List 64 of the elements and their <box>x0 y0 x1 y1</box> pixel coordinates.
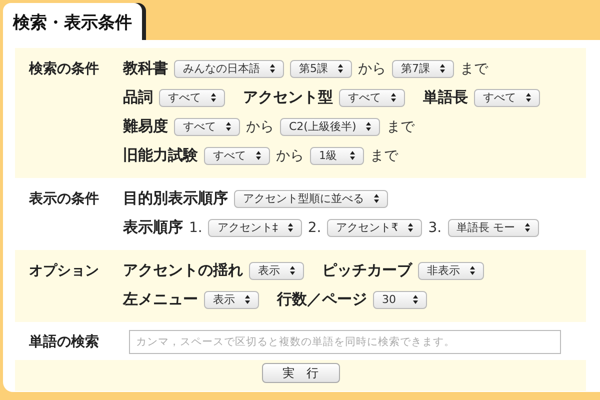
dropdown[interactable]: 単語長 モー <box>448 218 540 236</box>
search-field[interactable]: カンマ，スペースで区切ると複数の単語を同時に検索できます。 <box>129 330 561 354</box>
updown-arrows-icon <box>525 223 530 232</box>
dropdown[interactable]: 1級 <box>310 146 364 164</box>
dropdown[interactable]: すべて <box>474 88 540 106</box>
updown-arrows-icon <box>256 151 261 160</box>
field-label: 教科書 <box>123 59 168 78</box>
dropdown[interactable]: 第5課 <box>290 60 352 78</box>
field-label: 行数／ページ <box>277 290 367 309</box>
dropdown[interactable]: すべて <box>174 118 240 136</box>
updown-arrows-icon <box>366 122 372 131</box>
updown-arrows-icon <box>391 93 396 102</box>
field-label: アクセント型 <box>243 88 333 107</box>
section-title: 表示の条件 <box>29 190 100 209</box>
connector-text: から <box>246 118 274 136</box>
connector-text: から <box>276 146 304 164</box>
updown-arrows-icon <box>413 295 418 304</box>
field-label: 左メニュー <box>123 290 198 309</box>
dropdown[interactable]: アクセント₹ <box>327 218 422 236</box>
panel-tab[interactable]: 検索・表示条件 <box>3 3 142 40</box>
updown-arrows-icon <box>270 64 275 73</box>
updown-arrows-icon <box>408 223 414 232</box>
updown-arrows-icon <box>526 93 531 102</box>
updown-arrows-icon <box>288 223 293 232</box>
connector-text: 1. <box>189 220 202 236</box>
dropdown[interactable]: 非表示 <box>418 262 484 280</box>
dropdown[interactable]: すべて <box>204 146 270 164</box>
updown-arrows-icon <box>338 64 343 73</box>
field-label: ピッチカーブ <box>322 261 412 280</box>
field-label: 難易度 <box>123 117 168 136</box>
field-label: アクセントの揺れ <box>123 261 243 280</box>
section-title: 単語の検索 <box>29 333 100 351</box>
dropdown[interactable]: すべて <box>159 88 225 106</box>
updown-arrows-icon <box>245 295 250 304</box>
field-label: 目的別表示順序 <box>123 189 228 208</box>
updown-arrows-icon <box>470 266 475 275</box>
dropdown[interactable]: すべて <box>339 88 405 106</box>
dropdown[interactable]: 30 <box>373 290 427 308</box>
field-label: 単語長 <box>423 88 468 107</box>
connector-text: 3. <box>428 220 442 236</box>
connector-text: まで <box>386 118 414 136</box>
dropdown[interactable]: C2(上級後半) <box>280 118 380 136</box>
run-button[interactable]: 実 行 <box>262 363 340 383</box>
connector-text: まで <box>460 60 488 78</box>
dropdown[interactable]: 表示 <box>204 290 259 308</box>
dropdown[interactable]: 第7課 <box>392 60 454 78</box>
connector-text: まで <box>370 146 398 164</box>
dropdown[interactable]: アクセント型順に並べる <box>234 190 388 208</box>
field-label: 表示順序 <box>123 218 183 237</box>
dropdown[interactable]: 表示 <box>249 262 304 280</box>
connector-text: から <box>358 60 386 78</box>
dropdown[interactable]: みんなの日本語 <box>174 60 284 78</box>
updown-arrows-icon <box>211 93 216 102</box>
updown-arrows-icon <box>290 266 295 275</box>
updown-arrows-icon <box>440 64 445 73</box>
dropdown[interactable]: アクセント‡ <box>208 218 302 236</box>
updown-arrows-icon <box>350 151 355 160</box>
field-label: 旧能力試験 <box>123 146 198 165</box>
section-title: オプション <box>29 262 100 281</box>
updown-arrows-icon <box>374 194 379 203</box>
updown-arrows-icon <box>226 122 231 131</box>
field-label: 品詞 <box>123 88 153 107</box>
section-title: 検索の条件 <box>29 60 100 79</box>
connector-text: 2. <box>308 220 322 236</box>
